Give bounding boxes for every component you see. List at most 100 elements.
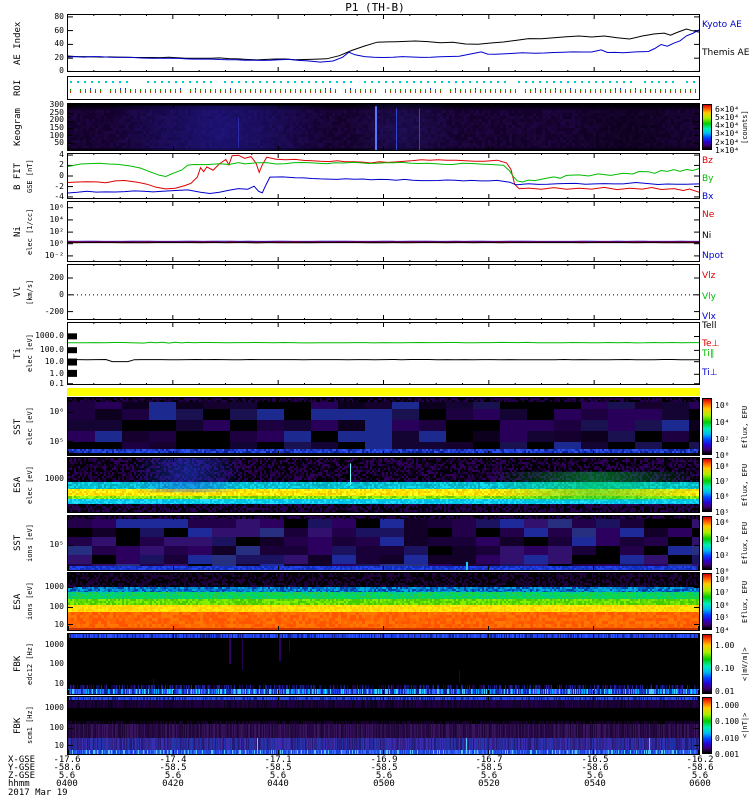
series-label-kyotoae: Kyoto AE xyxy=(702,20,742,30)
ylabel-esa_i: ESA xyxy=(13,593,23,610)
colorbar-tick-label: 0.100 xyxy=(715,717,740,726)
series-label-bx: Bx xyxy=(702,192,714,202)
colorbar-tick-label: 10⁸ xyxy=(715,575,730,584)
ytick-label: 4 xyxy=(59,150,64,159)
colorbar-sst_i xyxy=(702,516,712,570)
ylabel-esa_e: ESA xyxy=(13,476,23,494)
ytick-label: 100 xyxy=(49,602,64,611)
series-te xyxy=(67,358,699,363)
colorbar-tick-label: 10⁶ xyxy=(715,518,730,527)
colorbar-tick-label: 10⁴ xyxy=(715,418,730,427)
colorbar-tick-label: 10² xyxy=(715,551,730,560)
colorbar-unit-sst_e: Eflux, EFU xyxy=(741,405,749,448)
colorbar-tick-label: 10² xyxy=(715,435,730,444)
ytick-label: -200 xyxy=(44,307,64,316)
plot-area-ni xyxy=(67,201,700,262)
ylabel-sst_i: SST xyxy=(13,534,23,552)
ytick-label: 200 xyxy=(49,273,64,282)
ytick-label: 0.1 xyxy=(49,379,64,388)
data-gap-mark xyxy=(68,369,77,377)
colorbar-unit-esa_e: Eflux, EFU xyxy=(741,463,749,507)
ylabel-ae: AE Index xyxy=(13,21,23,65)
ytick-label: 100 xyxy=(49,723,64,732)
colorbar-tick-label: 10⁷ xyxy=(715,477,730,486)
xaxis-value: 0440 xyxy=(267,779,289,789)
axis-frame xyxy=(67,264,700,320)
ytick-label: 10 xyxy=(54,620,64,629)
colorbar-tick-label: 10⁴ xyxy=(715,626,730,635)
series-label-by: By xyxy=(702,174,714,184)
ylabel-fbk2: FBK xyxy=(13,717,23,734)
xaxis-value: 0540 xyxy=(584,779,606,789)
spectrogram-fbk2 xyxy=(68,697,699,754)
spectrogram-sst_e xyxy=(68,398,699,455)
series-label-npot: Npot xyxy=(702,251,724,261)
series-label-ti: Ti⊥ xyxy=(702,368,718,378)
colorbar-unit-fbk2: <|nT|> xyxy=(741,712,749,739)
spectrogram-keogram xyxy=(68,104,699,150)
colorbar-unit-esa_i: Eflux, EFU xyxy=(741,580,749,623)
ytick-label: 1000 xyxy=(44,640,64,649)
ytick-label: 60 xyxy=(54,26,64,35)
xaxis-value: 0420 xyxy=(162,779,184,789)
series-label-ne: Ne xyxy=(702,210,715,220)
spectrogram-esa_i xyxy=(68,573,699,630)
series-label-ni: Ni xyxy=(702,231,712,241)
ytick-label: 1000.0 xyxy=(35,331,64,340)
series-label-vlz: Vlz xyxy=(702,271,716,281)
axis-frame xyxy=(67,201,700,262)
ylabel-sub-esa_e: elec [eV] xyxy=(26,466,34,504)
spectrogram-sst_i xyxy=(68,516,699,570)
colorbar-tick-label: 10⁵ xyxy=(715,508,730,517)
data-gap-mark xyxy=(68,333,77,340)
xaxis-value: 0500 xyxy=(373,779,395,789)
colorbar-esa_i xyxy=(702,573,712,630)
xaxis-value: 0520 xyxy=(478,779,500,789)
ytick-label: 2 xyxy=(59,160,64,169)
ylabel-sub-sst_e: elec [eV] xyxy=(26,407,34,446)
ylabel-sst_e: SST xyxy=(13,418,23,435)
series-label-vly: Vly xyxy=(702,292,716,302)
separator-bar xyxy=(67,388,700,396)
ytick-label: 10⁴ xyxy=(49,215,64,224)
page-title: P1 (TH-B) xyxy=(345,1,405,14)
colorbar-tick-label: 1.00 xyxy=(715,641,735,650)
series-label-themisae: Themis AE xyxy=(702,48,750,58)
series-label-bz: Bz xyxy=(702,156,713,166)
series-label-ti: Ti∥ xyxy=(702,349,715,359)
ytick-label: 100 xyxy=(49,659,64,668)
data-gap-mark xyxy=(68,347,77,354)
ytick-label: 10⁵ xyxy=(49,437,64,446)
ytick-label: 10⁰ xyxy=(49,239,64,248)
series-bz xyxy=(67,154,700,193)
colorbar-tick-label: 10⁶ xyxy=(715,492,730,501)
colorbar-keogram xyxy=(702,104,712,150)
colorbar-sst_e xyxy=(702,398,712,455)
ytick-label: 0 xyxy=(59,66,64,75)
ytick-label: 10⁶ xyxy=(49,203,64,212)
axis-frame xyxy=(67,322,700,385)
ytick-label: 0 xyxy=(59,171,64,180)
colorbar-tick-label: 0.10 xyxy=(715,664,735,673)
plot-root: P1 (TH-B) AE Index 80 60 40 20 0 Kyoto AE Themi… xyxy=(0,0,750,800)
colorbar-unit-fbk1: <|mV/m|> xyxy=(741,647,749,681)
colorbar-esa_e xyxy=(702,458,712,512)
ytick-label: 1.0 xyxy=(49,369,64,378)
ylabel-roi: ROI xyxy=(13,79,23,97)
plot-area-ti xyxy=(67,322,700,385)
ytick-label: 50 xyxy=(54,138,64,147)
colorbar-tick-label: 0.010 xyxy=(715,734,740,743)
ylabel-bfit: B FIT xyxy=(13,162,23,190)
ytick-label: 1000 xyxy=(44,582,64,591)
colorbar-tick-label: 10⁴ xyxy=(715,535,730,544)
ytick-label: 40 xyxy=(54,39,64,48)
ytick-label: 10 xyxy=(54,679,64,688)
ytick-label: 100.0 xyxy=(39,345,64,354)
xaxis-value: 0600 xyxy=(689,779,711,789)
spectrogram-fbk1 xyxy=(68,634,699,694)
colorbar-tick-label: 10⁸ xyxy=(715,462,730,471)
roi-markers xyxy=(68,77,699,99)
colorbar-tick-label: 10⁷ xyxy=(715,588,730,597)
ylabel-keogram: Keogram xyxy=(13,108,23,146)
colorbar-tick-label: 1×10⁴ xyxy=(715,146,740,155)
